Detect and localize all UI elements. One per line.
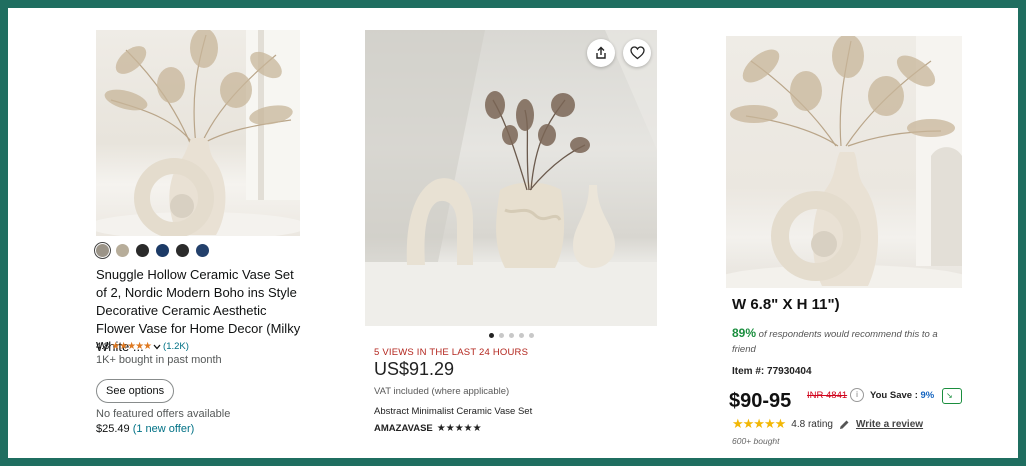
rating-row[interactable]: 4.8 ★★★★★ (1.2K) [96,341,189,352]
vat-note: VAT included (where applicable) [374,386,510,397]
swatch-3[interactable] [136,244,149,257]
views-notice: 5 VIEWS IN THE LAST 24 HOURS [374,347,529,358]
bought-count: 600+ bought [732,436,780,446]
recommend-label: of respondents would recommend this to a… [732,329,938,355]
price-range: $90-95 [729,390,792,412]
product-image[interactable] [96,30,300,236]
rating-text[interactable]: 4.8 rating [791,419,833,430]
price: US$91.29 [374,359,455,379]
color-swatches [94,242,209,259]
shop-name[interactable]: AMAZAVASE [374,423,433,434]
recommend-text: 89% of respondents would recommend this … [732,326,957,357]
swatch-2[interactable] [116,244,129,257]
no-offers-text: No featured offers available [96,408,231,420]
star-rating: ★★★★★ [111,341,152,352]
carousel-dot[interactable] [509,333,514,338]
product-card-store[interactable]: W 6.8" X H 11") 89% of respondents would… [718,8,973,448]
save-percent: 9% [920,390,935,401]
product-image[interactable] [726,36,962,288]
shop-row[interactable]: AMAZAVASE ★★★★★ [374,423,482,434]
price: $25.49 [96,423,130,435]
star-rating: ★★★★★ [732,416,786,431]
you-save: You Save : 9% [870,390,934,401]
share-icon [596,46,606,59]
swatch-6[interactable] [196,244,209,257]
rating-row: ★★★★★ 4.8 rating Write a review [732,416,923,432]
carousel-dot[interactable] [489,333,494,338]
tag-icon[interactable]: ↘ [942,388,962,404]
product-title[interactable]: Abstract Minimalist Ceramic Vase Set [374,406,532,417]
swatch-1[interactable] [94,242,111,259]
item-number: Item #: 77930404 [732,366,812,377]
rating-value: 4.8 [96,341,110,352]
product-image[interactable] [365,30,657,326]
carousel-dots [489,333,534,338]
share-button[interactable] [587,39,615,67]
bought-count: 1K+ bought in past month [96,354,222,366]
shop-stars: ★★★★★ [436,423,482,434]
swatch-5[interactable] [176,244,189,257]
carousel-dot[interactable] [529,333,534,338]
heart-icon [629,46,645,60]
write-review-link[interactable]: Write a review [856,419,923,430]
info-icon[interactable]: i [850,388,864,402]
price-row: $25.49 (1 new offer) [96,423,194,435]
see-options-button[interactable]: See options [96,379,175,403]
pencil-icon [839,420,849,429]
swatch-4[interactable] [156,244,169,257]
product-grid: Snuggle Hollow Ceramic Vase Set of 2, No… [8,8,1018,458]
dimensions-text: W 6.8" X H 11") [732,296,840,313]
product-card-etsy[interactable]: 5 VIEWS IN THE LAST 24 HOURS US$91.29 VA… [365,8,657,448]
carousel-dot[interactable] [499,333,504,338]
recommend-percent: 89% [732,326,757,340]
product-card-amazon[interactable]: Snuggle Hollow Ceramic Vase Set of 2, No… [88,8,308,448]
rating-count[interactable]: (1.2K) [163,341,189,352]
original-price: INR 4841 [807,390,848,401]
new-offer-link[interactable]: (1 new offer) [133,423,195,435]
carousel-dot[interactable] [519,333,524,338]
save-label: You Save : [870,390,921,401]
chevron-down-icon[interactable] [153,344,161,350]
favorite-button[interactable] [623,39,651,67]
